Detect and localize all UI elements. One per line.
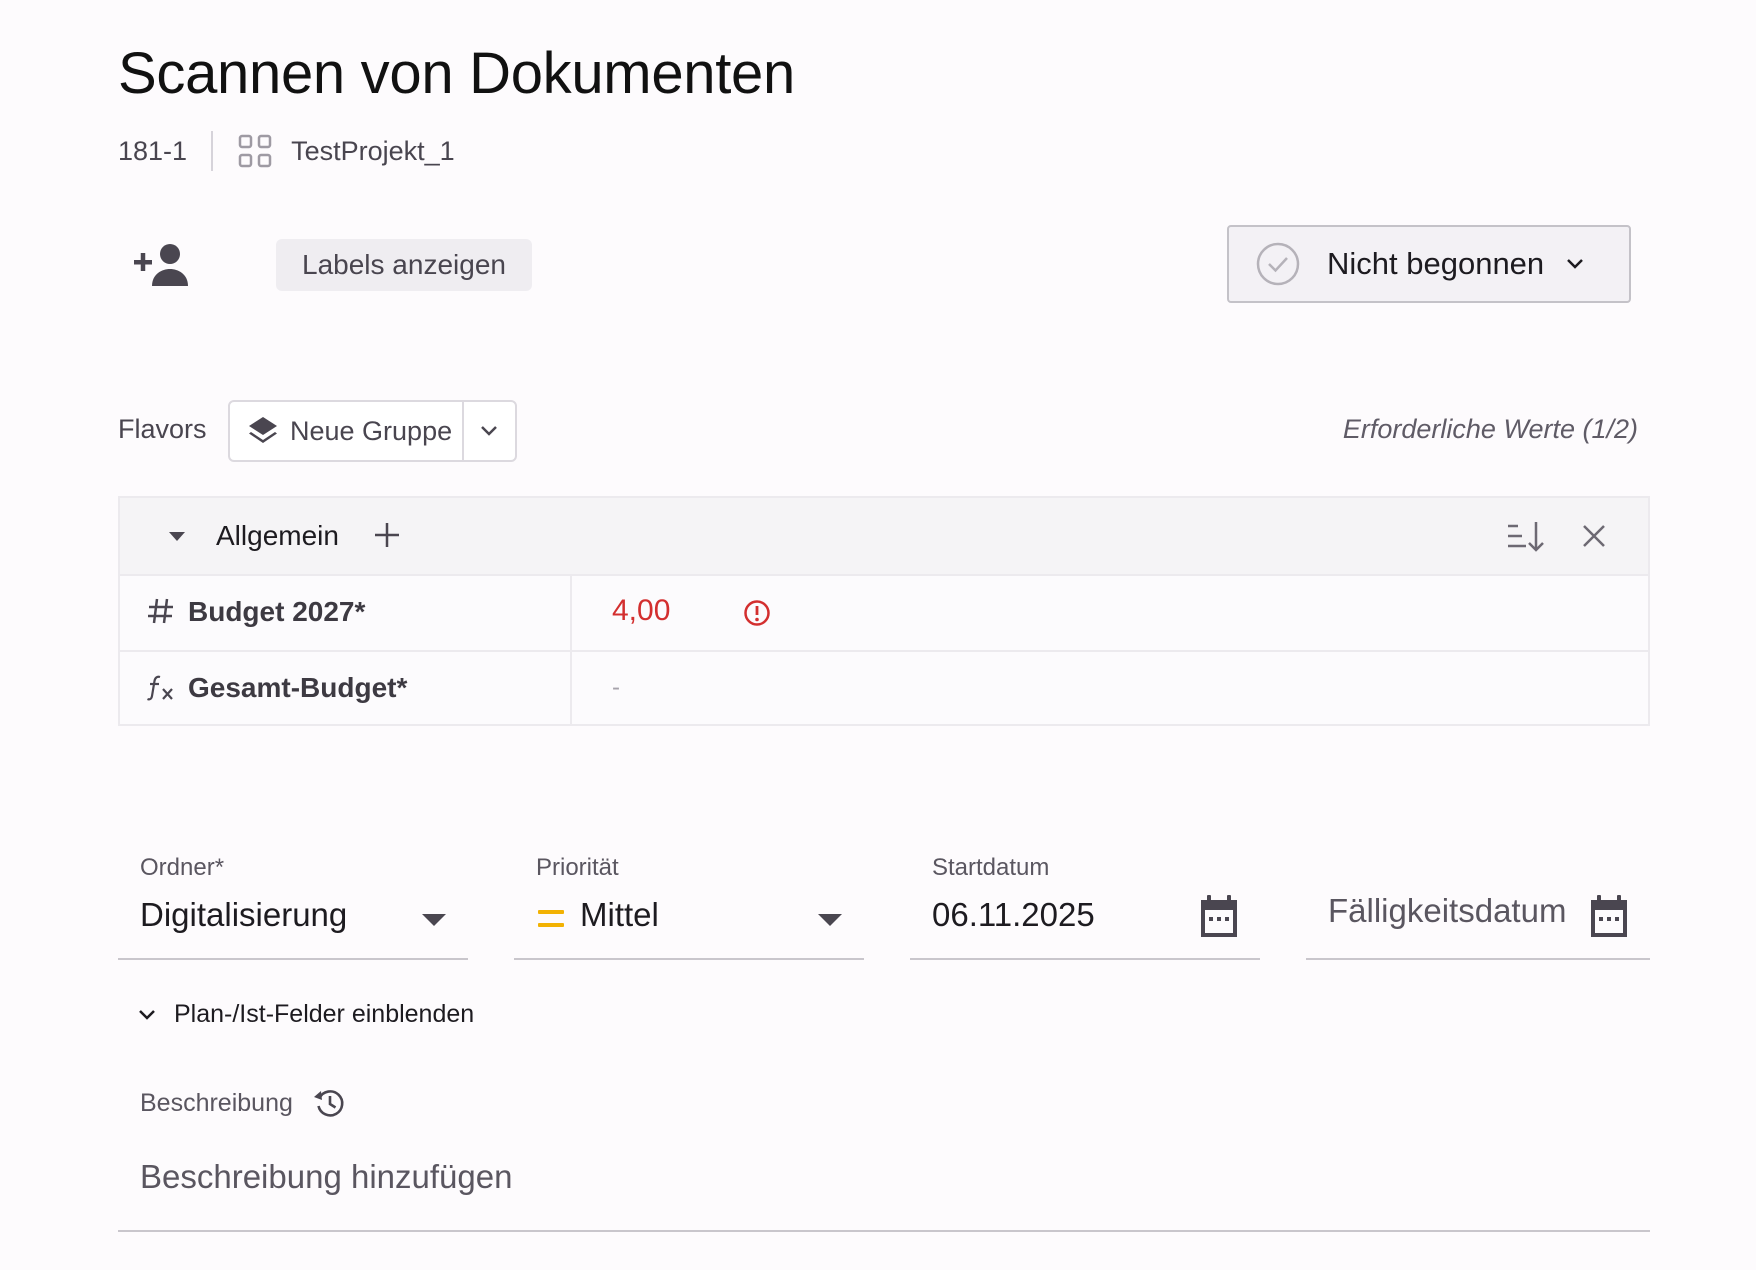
priority-medium-icon	[538, 910, 564, 927]
dropdown-arrow-icon	[818, 914, 842, 926]
plan-actual-label: Plan-/Ist-Felder einblenden	[174, 1000, 475, 1028]
show-labels-button[interactable]: Labels anzeigen	[276, 239, 532, 291]
plan-actual-toggle[interactable]: Plan-/Ist-Felder einblenden	[134, 1000, 474, 1029]
folder-label: Ordner*	[140, 854, 225, 881]
panel-title: Allgemein	[216, 520, 339, 551]
required-values-counter: Erforderliche Werte (1/2)	[1342, 414, 1638, 444]
add-field-icon[interactable]	[372, 520, 402, 550]
close-icon[interactable]	[1580, 522, 1608, 550]
field-value: -	[612, 674, 620, 701]
flavor-group-label: Neue Gruppe	[290, 415, 453, 446]
priority-select[interactable]: Priorität Mittel	[514, 848, 864, 960]
hash-icon	[148, 598, 173, 624]
custom-field-row[interactable]: Gesamt-Budget* -	[120, 650, 1648, 726]
due-date-placeholder: Fälligkeitsdatum	[1328, 892, 1567, 929]
page-title: Scannen von Dokumenten	[118, 41, 795, 106]
chevron-down-icon[interactable]	[476, 418, 502, 444]
select-divider	[462, 402, 464, 460]
chevron-down-icon	[1567, 259, 1584, 269]
priority-label: Priorität	[536, 854, 619, 881]
panel-header: Allgemein	[120, 498, 1648, 576]
meta-divider	[211, 131, 214, 171]
check-circle-icon	[1256, 242, 1300, 286]
priority-value: Mittel	[580, 896, 659, 933]
add-person-icon[interactable]	[134, 240, 194, 290]
status-label: Nicht begonnen	[1327, 246, 1545, 281]
due-date-field[interactable]: Fälligkeitsdatum	[1306, 848, 1650, 960]
custom-field-row[interactable]: Budget 2027* 4,00	[120, 574, 1648, 652]
history-icon[interactable]	[313, 1086, 347, 1120]
dropdown-arrow-icon	[422, 914, 446, 926]
calendar-icon[interactable]	[1198, 894, 1240, 940]
field-name: Gesamt-Budget*	[188, 672, 408, 703]
error-icon	[744, 600, 770, 626]
column-divider	[570, 650, 572, 726]
start-date-value: 06.11.2025	[932, 896, 1095, 933]
start-date-label: Startdatum	[932, 854, 1050, 881]
function-icon	[147, 675, 173, 701]
task-id: 181-1	[118, 135, 188, 166]
project-link[interactable]: TestProjekt_1	[291, 136, 455, 167]
flavor-group-select[interactable]: Neue Gruppe	[228, 400, 517, 462]
status-dropdown[interactable]: Nicht begonnen	[1227, 225, 1631, 303]
calendar-icon[interactable]	[1588, 894, 1630, 940]
collapse-triangle-icon[interactable]	[166, 528, 188, 544]
field-value[interactable]: 4,00	[612, 594, 670, 628]
task-meta: 181-1 TestProjekt_1	[118, 128, 455, 174]
start-date-field[interactable]: Startdatum 06.11.2025	[910, 848, 1260, 960]
description-input[interactable]: Beschreibung hinzufügen	[118, 1150, 1650, 1232]
field-name: Budget 2027*	[188, 596, 366, 627]
description-header: Beschreibung	[140, 1086, 347, 1120]
description-placeholder: Beschreibung hinzufügen	[140, 1158, 513, 1195]
layers-icon	[249, 417, 277, 443]
folder-select[interactable]: Ordner* Digitalisierung	[118, 848, 468, 960]
sort-icon[interactable]	[1506, 518, 1546, 554]
custom-fields-panel: Allgemein Budget 2027* 4,00 Gesamt-Budge…	[118, 496, 1650, 726]
column-divider	[570, 574, 572, 650]
description-label: Beschreibung	[140, 1088, 293, 1117]
project-grid-icon	[238, 134, 272, 168]
folder-value: Digitalisierung	[140, 896, 348, 933]
chevron-down-icon	[139, 1009, 155, 1020]
flavors-label: Flavors	[118, 414, 207, 444]
